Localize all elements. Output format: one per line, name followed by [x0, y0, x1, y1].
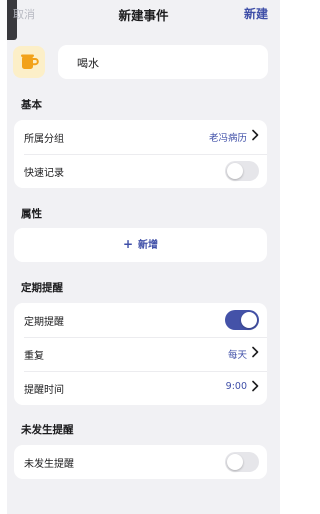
- periodic-card: 定期提醒 重复 每天 提醒时间 9:00: [14, 303, 267, 405]
- periodic-label: 定期提醒: [24, 317, 64, 328]
- repeat-row[interactable]: 重复 每天: [14, 337, 267, 371]
- attributes-card: + 新增: [14, 228, 267, 262]
- periodic-toggle-row: 定期提醒: [14, 303, 267, 337]
- quick-record-label: 快速记录: [24, 168, 64, 179]
- reminder-time-row[interactable]: 提醒时间 9:00: [14, 371, 267, 405]
- create-button[interactable]: 新建: [244, 5, 268, 22]
- chevron-right-icon: [252, 346, 259, 358]
- chevron-right-icon: [252, 129, 259, 141]
- event-name-field[interactable]: 喝水: [58, 45, 268, 79]
- toggle-knob: [227, 454, 243, 470]
- not-occurred-label: 未发生提醒: [24, 459, 74, 470]
- toggle-knob: [241, 312, 257, 328]
- event-name-text: 喝水: [77, 57, 99, 70]
- section-title-basic: 基本: [21, 99, 42, 111]
- nav-bar: 取消 新建事件 新建: [7, 0, 280, 28]
- not-occurred-card: 未发生提醒: [14, 445, 267, 479]
- group-label: 所属分组: [24, 134, 64, 145]
- chevron-right-icon: [252, 380, 259, 392]
- not-occurred-toggle[interactable]: [225, 452, 259, 472]
- group-row[interactable]: 所属分组 老冯病历: [14, 120, 267, 154]
- group-value: 老冯病历: [208, 133, 247, 144]
- quick-record-toggle[interactable]: [225, 161, 259, 181]
- coffee-cup-icon: [21, 54, 39, 69]
- section-title-periodic: 定期提醒: [21, 282, 63, 294]
- reminder-time-label: 提醒时间: [24, 385, 64, 396]
- plus-icon: +: [122, 237, 134, 251]
- quick-record-row: 快速记录: [14, 154, 267, 188]
- event-icon-button[interactable]: [13, 46, 45, 78]
- page-title: 新建事件: [118, 8, 169, 23]
- not-occurred-row: 未发生提醒: [14, 445, 267, 479]
- toggle-knob: [227, 163, 243, 179]
- repeat-label: 重复: [24, 351, 44, 362]
- add-attribute-button[interactable]: + 新增: [14, 228, 267, 262]
- section-title-not-occurred: 未发生提醒: [21, 424, 74, 436]
- section-title-attributes: 属性: [21, 208, 42, 220]
- periodic-toggle[interactable]: [225, 310, 259, 330]
- add-attribute-label: 新增: [138, 240, 159, 251]
- reminder-time-value: 9:00: [225, 381, 247, 392]
- screen: 取消 新建事件 新建 喝水 基本 所属分组 老冯病历 快速记录 属性 + 新增: [7, 0, 280, 514]
- basic-card: 所属分组 老冯病历 快速记录: [14, 120, 267, 188]
- repeat-value: 每天: [227, 350, 247, 361]
